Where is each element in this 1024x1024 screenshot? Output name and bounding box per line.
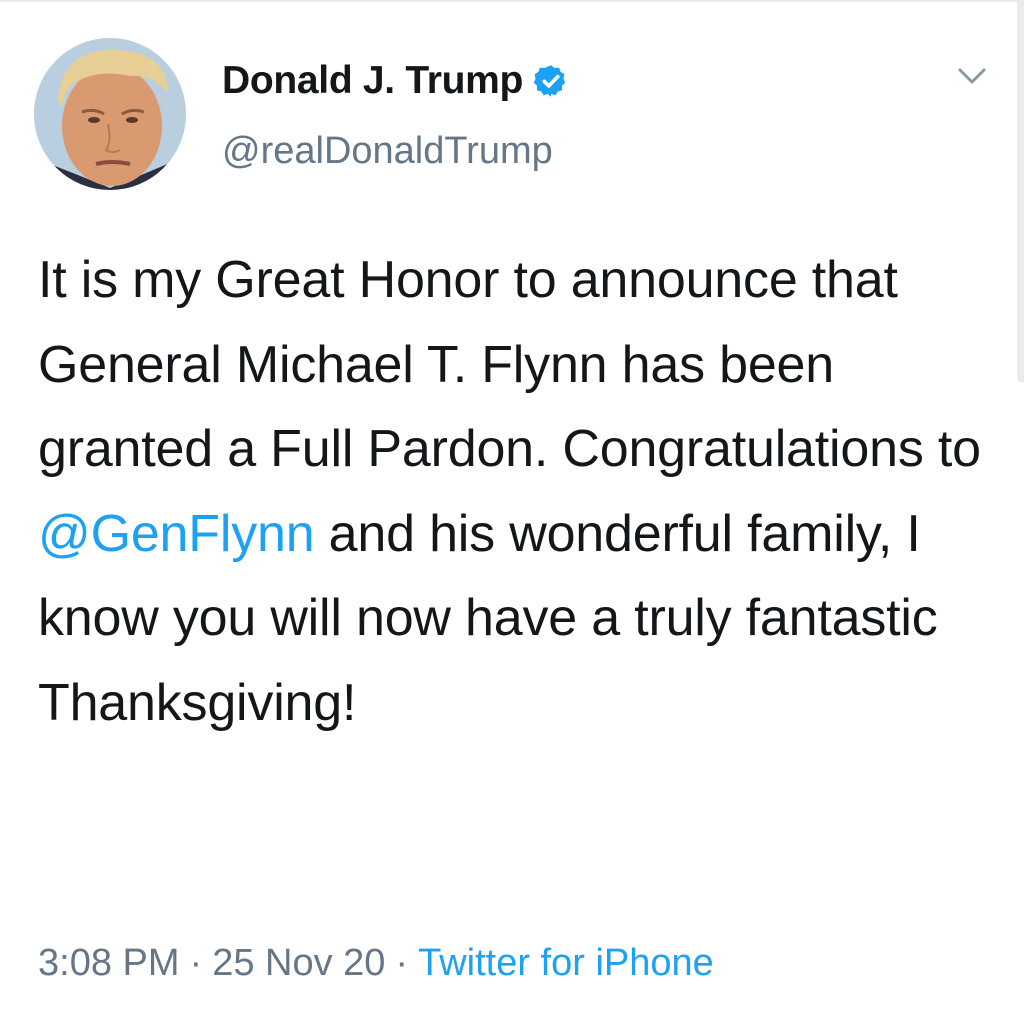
meta-separator: · [395, 942, 409, 984]
tweet-date[interactable]: 25 Nov 20 [212, 942, 385, 984]
author-handle[interactable]: @realDonaldTrump [222, 130, 553, 173]
tweet-text-part: It is my Great Honor to announce that Ge… [38, 251, 981, 478]
verified-badge-icon [533, 63, 569, 99]
mention-link[interactable]: @GenFlynn [38, 505, 315, 563]
tweet-meta: 3:08 PM · 25 Nov 20 · Twitter for iPhone [38, 942, 714, 994]
tweet-source-link[interactable]: Twitter for iPhone [418, 942, 714, 984]
author-name[interactable]: Donald J. Trump [222, 59, 523, 103]
chevron-down-icon[interactable] [957, 66, 987, 86]
tweet-time[interactable]: 3:08 PM [38, 942, 180, 984]
author-name-row[interactable]: Donald J. Trump [222, 58, 569, 104]
avatar-image [34, 38, 186, 190]
scrollbar[interactable] [1017, 0, 1024, 382]
meta-separator: · [189, 942, 203, 984]
tweet-text: It is my Great Honor to announce that Ge… [38, 238, 998, 745]
top-border [0, 0, 1024, 2]
avatar[interactable] [34, 38, 186, 190]
